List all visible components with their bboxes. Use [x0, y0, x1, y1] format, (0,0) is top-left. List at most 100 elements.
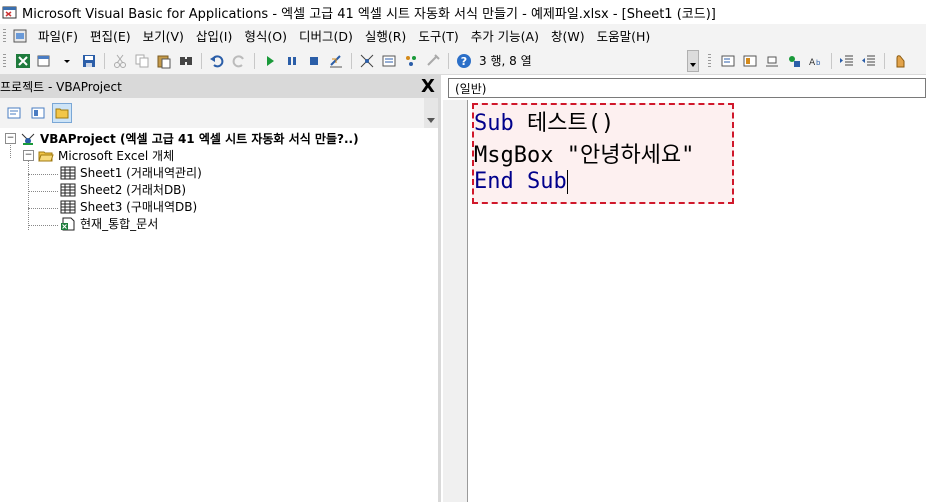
view-object-icon[interactable] [28, 103, 48, 123]
view-excel-icon[interactable] [15, 53, 31, 69]
complete-word-icon[interactable]: Ab [808, 53, 824, 69]
menu-debug[interactable]: 디버그(D) [293, 26, 359, 45]
indent-icon[interactable] [839, 53, 855, 69]
menu-view[interactable]: 보기(V) [137, 26, 190, 45]
vbaproject-icon [20, 132, 36, 146]
project-explorer-header: 프로젝트 - VBAProject X [0, 75, 441, 98]
tree-item-workbook[interactable]: 현재_통합_문서 [0, 215, 424, 232]
title-bar: Microsoft Visual Basic for Applications … [0, 0, 926, 25]
edit-toolbar-grip[interactable] [708, 53, 711, 68]
object-browser-icon[interactable] [403, 53, 419, 69]
find-icon[interactable] [178, 53, 194, 69]
toolbar-separator [351, 52, 352, 69]
code-line-2[interactable]: MsgBox "안녕하세요" [474, 137, 694, 169]
keyword-end-sub: End Sub [474, 169, 567, 194]
menu-addins[interactable]: 추가 기능(A) [465, 26, 545, 45]
toggle-folders-icon[interactable] [52, 103, 72, 123]
toolbar-separator [884, 52, 885, 69]
view-code-icon[interactable] [4, 103, 24, 123]
menu-run[interactable]: 실행(R) [359, 26, 412, 45]
save-icon[interactable] [81, 53, 97, 69]
menu-tools[interactable]: 도구(T) [412, 26, 464, 45]
design-mode-icon[interactable] [328, 53, 344, 69]
redo-icon[interactable] [231, 53, 247, 69]
worksheet-icon [60, 166, 76, 180]
project-explorer-panel: 프로젝트 - VBAProject X − VBAProject (엑셀 고급 … [0, 75, 441, 502]
sub-signature: 테스트() [513, 111, 615, 136]
menu-grip[interactable] [3, 28, 6, 43]
close-icon[interactable]: X [418, 76, 438, 97]
worksheet-icon [60, 200, 76, 214]
reset-icon[interactable] [306, 53, 322, 69]
list-properties-icon[interactable] [720, 53, 736, 69]
toolbar-separator [831, 52, 832, 69]
dropdown-arrow-icon[interactable] [59, 53, 75, 69]
toolbar-overflow-button[interactable] [687, 49, 699, 72]
object-combo[interactable]: (일반) [448, 78, 926, 98]
tree-item-excel-objects[interactable]: − Microsoft Excel 개체 [0, 147, 424, 164]
toggle-breakpoint-icon[interactable] [892, 53, 908, 69]
code-line-3[interactable]: End Sub [474, 169, 568, 194]
break-icon[interactable] [284, 53, 300, 69]
code-window: (일반) Sub 테스트() MsgBox "안녕하세요" End Sub [443, 75, 926, 502]
tree-item-sheet3[interactable]: Sheet3 (구매내역DB) [0, 198, 424, 215]
collapse-icon[interactable]: − [5, 133, 16, 144]
workbook-icon [60, 217, 76, 231]
toolbox-icon[interactable] [425, 53, 441, 69]
code-editor[interactable]: Sub 테스트() MsgBox "안녕하세요" End Sub [468, 100, 926, 502]
project-explorer-toolbar [0, 98, 424, 128]
outdent-icon[interactable] [861, 53, 877, 69]
text-caret [566, 170, 568, 194]
list-constants-icon[interactable] [742, 53, 758, 69]
paste-icon[interactable] [156, 53, 172, 69]
svg-text:A: A [809, 58, 816, 68]
tree-label-vbaproject: VBAProject (엑셀 고급 41 엑셀 시트 자동화 서식 만들?..) [40, 132, 359, 146]
menu-format[interactable]: 형식(O) [238, 26, 293, 45]
excel-view-icon[interactable] [12, 28, 28, 44]
tree-label-sheet1: Sheet1 (거래내역관리) [80, 166, 202, 180]
tree-item-sheet2[interactable]: Sheet2 (거래처DB) [0, 181, 424, 198]
undo-icon[interactable] [209, 53, 225, 69]
msgbox-statement: MsgBox "안녕하세요" [474, 143, 695, 168]
tree-label-sheet3: Sheet3 (구매내역DB) [80, 200, 198, 214]
copy-icon[interactable] [134, 53, 150, 69]
run-icon[interactable] [262, 53, 278, 69]
menu-insert[interactable]: 삽입(I) [190, 26, 238, 45]
standard-toolbar: ? 3 행, 8 열 Ab [0, 47, 926, 75]
tree-label-workbook: 현재_통합_문서 [80, 217, 159, 231]
toolbar-separator [254, 52, 255, 69]
menu-window[interactable]: 창(W) [545, 26, 591, 45]
properties-window-icon[interactable] [381, 53, 397, 69]
menu-bar: 파일(F) 편집(E) 보기(V) 삽입(I) 형식(O) 디버그(D) 실행(… [0, 24, 926, 47]
project-explorer-icon[interactable] [359, 53, 375, 69]
toolbar-grip[interactable] [3, 53, 6, 68]
menu-help[interactable]: 도움말(H) [591, 26, 657, 45]
toolbar-separator [201, 52, 202, 69]
cursor-position: 3 행, 8 열 [479, 54, 532, 68]
toolbar-separator [448, 52, 449, 69]
quick-info-icon[interactable] [764, 53, 780, 69]
code-margin-indicator-bar[interactable] [443, 100, 468, 502]
cut-icon[interactable] [112, 53, 128, 69]
project-scrollbar[interactable] [424, 98, 438, 128]
help-icon[interactable]: ? [456, 53, 472, 69]
svg-text:b: b [816, 59, 821, 67]
toolbar-separator [104, 52, 105, 69]
menu-file[interactable]: 파일(F) [32, 26, 84, 45]
svg-text:?: ? [461, 55, 467, 68]
code-line-1[interactable]: Sub 테스트() [474, 105, 614, 137]
menu-edit[interactable]: 편집(E) [84, 26, 137, 45]
window-title: Microsoft Visual Basic for Applications … [22, 6, 716, 22]
tree-item-sheet1[interactable]: Sheet1 (거래내역관리) [0, 164, 424, 181]
tree-item-vbaproject[interactable]: − VBAProject (엑셀 고급 41 엑셀 시트 자동화 서식 만들?.… [0, 130, 424, 147]
project-tree: − VBAProject (엑셀 고급 41 엑셀 시트 자동화 서식 만들?.… [0, 130, 424, 232]
project-explorer-title: 프로젝트 - VBAProject [0, 80, 122, 94]
pane-splitter[interactable] [438, 75, 441, 502]
keyword-sub: Sub [474, 111, 514, 136]
parameter-info-icon[interactable] [786, 53, 802, 69]
tree-label-sheet2: Sheet2 (거래처DB) [80, 183, 187, 197]
collapse-icon[interactable]: − [23, 150, 34, 161]
worksheet-icon [60, 183, 76, 197]
vba-app-icon [2, 4, 18, 20]
insert-userform-icon[interactable] [37, 53, 53, 69]
